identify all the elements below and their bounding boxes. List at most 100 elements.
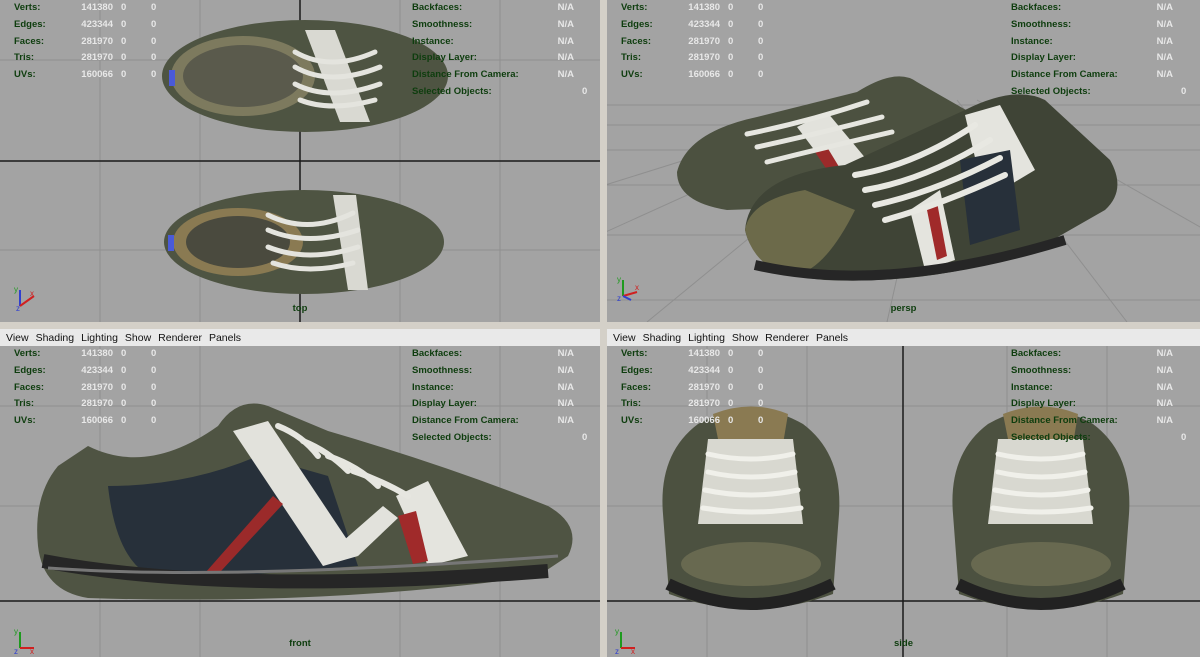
hud-stat-value: 160066 bbox=[81, 69, 113, 81]
menu-renderer[interactable]: Renderer bbox=[158, 332, 202, 344]
hud-stat-value: 0 bbox=[151, 35, 157, 47]
camera-name-label: side bbox=[893, 638, 913, 649]
hud-stat-value: 0 bbox=[151, 18, 157, 30]
hud-stat-label: Faces: bbox=[14, 35, 45, 47]
viewport-canvas[interactable]: Verts: 141380 0 0 Edges: 423344 0 0 Faces: 281970… bbox=[607, 346, 1200, 657]
hud-object-details: Backfaces: N/A Smoothness: N/A Instance: N/A D… bbox=[412, 0, 600, 101]
hud-stat-value: 0 bbox=[121, 415, 127, 427]
hud-detail-row: Instance: N/A bbox=[412, 380, 600, 397]
menu-view[interactable]: View bbox=[613, 332, 636, 344]
hud-detail-row: Selected Objects: 0 bbox=[1011, 430, 1200, 447]
camera-name-label: front bbox=[289, 638, 311, 649]
hud-detail-value bbox=[1123, 430, 1181, 447]
viewport-divider-horizontal[interactable] bbox=[0, 322, 1200, 329]
hud-stat-value: 0 bbox=[728, 35, 734, 47]
hud-stat-value: 423344 bbox=[688, 364, 720, 376]
hud-stat-row: Verts: 141380 0 0 bbox=[14, 0, 156, 17]
hud-detail-label: Backfaces: bbox=[1011, 2, 1062, 13]
menu-show[interactable]: Show bbox=[732, 332, 758, 344]
hud-stat-value: 0 bbox=[758, 398, 764, 410]
hud-detail-value bbox=[582, 17, 600, 34]
camera-name-label: top bbox=[292, 303, 308, 314]
hud-detail-value: 0 bbox=[582, 85, 588, 97]
menu-shading[interactable]: Shading bbox=[643, 332, 682, 344]
viewport-front[interactable]: View Shading Lighting Show Renderer Panels bbox=[0, 329, 600, 657]
hud-stat-value: 0 bbox=[728, 348, 734, 359]
hud-stat-label: UVs: bbox=[14, 69, 36, 81]
hud-detail-value: N/A bbox=[1156, 348, 1173, 359]
hud-detail-row: Backfaces: N/A bbox=[412, 346, 600, 363]
panel-menu-bar: View Shading Lighting Show Renderer Panels bbox=[607, 329, 1200, 346]
hud-detail-value bbox=[582, 0, 600, 17]
hud-detail-row: Smoothness: N/A bbox=[1011, 17, 1200, 34]
hud-detail-value: N/A bbox=[1156, 415, 1173, 427]
shoe-model-top-lower[interactable] bbox=[158, 185, 450, 300]
hud-detail-label: Backfaces: bbox=[412, 2, 463, 13]
hud-stat-label: UVs: bbox=[621, 69, 643, 81]
menu-lighting[interactable]: Lighting bbox=[81, 332, 118, 344]
hud-stat-value: 0 bbox=[728, 364, 734, 376]
hud-poly-count: Verts: 141380 0 0 Edges: 423344 0 0 Faces: 281970… bbox=[14, 0, 156, 84]
menu-renderer[interactable]: Renderer bbox=[765, 332, 809, 344]
hud-stat-row: Tris: 281970 0 0 bbox=[621, 50, 763, 67]
camera-name-label: persp bbox=[890, 303, 917, 314]
hud-detail-value bbox=[582, 380, 600, 397]
axis-x-label: x bbox=[30, 289, 34, 298]
hud-detail-value bbox=[524, 430, 582, 447]
hud-detail-row: Smoothness: N/A bbox=[1011, 363, 1200, 380]
hud-detail-row: Selected Objects: 0 bbox=[412, 84, 600, 101]
menu-view[interactable]: View bbox=[6, 332, 29, 344]
hud-detail-row: Display Layer: N/A bbox=[412, 50, 600, 67]
hud-stat-row: UVs: 160066 0 0 bbox=[14, 67, 156, 84]
hud-detail-value bbox=[582, 413, 600, 430]
shoe-model-top-upper[interactable] bbox=[155, 12, 450, 140]
hud-detail-label: Instance: bbox=[412, 35, 454, 47]
hud-detail-row: Backfaces: N/A bbox=[412, 0, 600, 17]
hud-detail-value: N/A bbox=[557, 52, 574, 64]
hud-detail-value: N/A bbox=[557, 18, 574, 30]
viewport-persp[interactable]: Verts: 141380 0 0 Edges: 423344 0 0 Faces: 281970… bbox=[607, 0, 1200, 322]
hud-detail-value bbox=[1181, 0, 1200, 17]
hud-stat-label: Edges: bbox=[621, 364, 653, 376]
hud-detail-value bbox=[582, 363, 600, 380]
hud-detail-row: Backfaces: N/A bbox=[1011, 346, 1200, 363]
hud-stat-value: 0 bbox=[121, 2, 127, 13]
hud-detail-label: Distance From Camera: bbox=[412, 69, 519, 81]
hud-stat-label: Edges: bbox=[14, 18, 46, 30]
hud-detail-value bbox=[582, 346, 600, 363]
hud-stat-value: 0 bbox=[758, 18, 764, 30]
hud-detail-row: Display Layer: N/A bbox=[412, 396, 600, 413]
hud-stat-label: Faces: bbox=[14, 381, 45, 393]
shoe-model-persp-front[interactable] bbox=[735, 80, 1125, 290]
hud-detail-label: Selected Objects: bbox=[412, 85, 492, 97]
menu-panels[interactable]: Panels bbox=[209, 332, 241, 344]
menu-lighting[interactable]: Lighting bbox=[688, 332, 725, 344]
hud-detail-row: Selected Objects: 0 bbox=[1011, 84, 1200, 101]
viewport-side[interactable]: View Shading Lighting Show Renderer Panels bbox=[607, 329, 1200, 657]
hud-detail-value: N/A bbox=[557, 69, 574, 81]
viewport-canvas[interactable]: Verts: 141380 0 0 Edges: 423344 0 0 Faces: 281970… bbox=[607, 0, 1200, 322]
hud-stat-value: 281970 bbox=[688, 35, 720, 47]
hud-stat-row: UVs: 160066 0 0 bbox=[14, 413, 156, 430]
hud-detail-label: Distance From Camera: bbox=[1011, 69, 1118, 81]
menu-panels[interactable]: Panels bbox=[816, 332, 848, 344]
hud-detail-label: Display Layer: bbox=[412, 398, 477, 410]
hud-stat-value: 281970 bbox=[81, 52, 113, 64]
viewport-top[interactable]: Verts: 141380 0 0 Edges: 423344 0 0 Faces: 281970… bbox=[0, 0, 600, 322]
hud-detail-value bbox=[582, 67, 600, 84]
hud-detail-value: N/A bbox=[1156, 398, 1173, 410]
hud-stat-row: Edges: 423344 0 0 bbox=[621, 17, 763, 34]
hud-stat-label: Verts: bbox=[621, 348, 648, 359]
hud-stat-value: 281970 bbox=[81, 381, 113, 393]
hud-detail-value bbox=[1181, 50, 1200, 67]
menu-show[interactable]: Show bbox=[125, 332, 151, 344]
hud-detail-row: Instance: N/A bbox=[1011, 34, 1200, 51]
axis-indicator-icon: y x z bbox=[617, 276, 639, 302]
hud-stat-label: Tris: bbox=[14, 398, 35, 410]
hud-detail-value: 0 bbox=[1181, 431, 1187, 443]
viewport-canvas[interactable]: Verts: 141380 0 0 Edges: 423344 0 0 Faces: 281970… bbox=[0, 346, 600, 657]
menu-shading[interactable]: Shading bbox=[36, 332, 75, 344]
hud-detail-value bbox=[1181, 413, 1200, 430]
hud-detail-value bbox=[582, 396, 600, 413]
viewport-canvas[interactable]: Verts: 141380 0 0 Edges: 423344 0 0 Faces: 281970… bbox=[0, 0, 600, 322]
